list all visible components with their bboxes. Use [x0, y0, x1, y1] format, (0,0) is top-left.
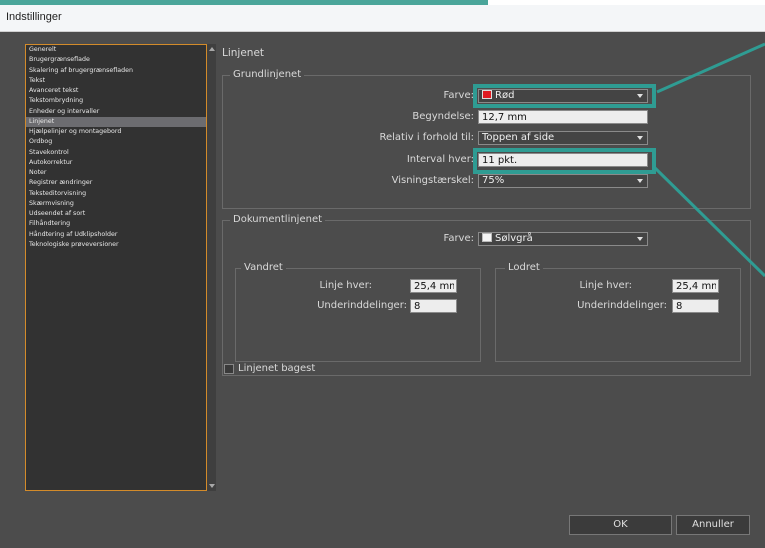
sidebar-item[interactable]: Skalering af brugergrænsefladen [26, 66, 206, 76]
baseline-start-field[interactable] [478, 110, 648, 124]
category-list-scrollbar[interactable] [207, 44, 216, 491]
vertical-sub-label: Underinddelinger: [577, 300, 667, 311]
vertical-line-field[interactable] [672, 279, 719, 293]
grids-in-back-label: Linjenet bagest [238, 363, 316, 374]
baseline-color-value: Rød [495, 90, 515, 101]
title-bar: Indstillinger [0, 5, 765, 32]
baseline-color-dropdown[interactable]: Rød [478, 89, 648, 103]
baseline-grid-title: Grundlinjenet [230, 69, 305, 80]
view-threshold-dropdown[interactable]: 75% [478, 174, 648, 188]
sidebar-item[interactable]: Udseendet af sort [26, 209, 206, 219]
sidebar-item[interactable]: Noter [26, 168, 206, 178]
silver-swatch-icon [482, 233, 492, 242]
sidebar-item[interactable]: Registrer ændringer [26, 178, 206, 188]
window-title: Indstillinger [6, 11, 62, 23]
sidebar-item[interactable]: Autokorrektur [26, 158, 206, 168]
grids-in-back-checkbox[interactable] [224, 364, 234, 374]
sidebar-item[interactable]: Håndtering af Udklipsholder [26, 230, 206, 240]
view-threshold-value: 75% [482, 175, 505, 186]
relative-to-label: Relativ i forhold til: [379, 132, 475, 143]
panel-title: Linjenet [222, 47, 265, 59]
sidebar-item[interactable]: Linjenet [26, 116, 206, 127]
sidebar-item[interactable]: Hjælpelinjer og montagebord [26, 127, 206, 137]
horizontal-line-label: Linje hver: [319, 280, 372, 291]
chevron-down-icon [637, 237, 643, 241]
horizontal-line-field[interactable] [410, 279, 457, 293]
horizontal-sub-field[interactable] [410, 299, 457, 313]
scroll-up-icon[interactable] [209, 47, 215, 51]
document-color-value: Sølvgrå [495, 233, 533, 244]
sidebar-item[interactable]: Filhåndtering [26, 219, 206, 229]
view-threshold-label: Visningstærskel: [391, 175, 474, 186]
chevron-down-icon [637, 136, 643, 140]
preferences-dialog: Generelt Brugergrænseflade Skalering af br… [0, 32, 765, 548]
sidebar-item[interactable]: Tekstombrydning [26, 96, 206, 106]
vertical-line-label: Linje hver: [579, 280, 632, 291]
chevron-down-icon [637, 94, 643, 98]
horizontal-title: Vandret [241, 262, 286, 273]
sidebar-item[interactable]: Avanceret tekst [26, 86, 206, 96]
chevron-down-icon [637, 179, 643, 183]
relative-to-value: Toppen af side [482, 132, 555, 143]
sidebar-item[interactable]: Teknologiske prøveversioner [26, 240, 206, 250]
sidebar-item[interactable]: Brugergrænseflade [26, 55, 206, 65]
horizontal-sub-label: Underinddelinger: [317, 300, 407, 311]
category-list[interactable]: Generelt Brugergrænseflade Skalering af br… [25, 44, 207, 491]
sidebar-item[interactable]: Skærmvisning [26, 199, 206, 209]
sidebar-item[interactable]: Stavekontrol [26, 148, 206, 158]
scroll-down-icon[interactable] [209, 484, 215, 488]
sidebar-item[interactable]: Teksteditorvisning [26, 189, 206, 199]
baseline-start-label: Begyndelse: [412, 111, 474, 122]
sidebar-item[interactable]: Enheder og intervaller [26, 107, 206, 117]
vertical-sub-field[interactable] [672, 299, 719, 313]
sidebar-item[interactable]: Generelt [26, 45, 206, 55]
sidebar-item[interactable]: Ordbog [26, 137, 206, 147]
red-swatch-icon [482, 90, 492, 99]
relative-to-dropdown[interactable]: Toppen af side [478, 131, 648, 145]
document-grid-title: Dokumentlinjenet [230, 214, 326, 225]
document-color-label: Farve: [443, 233, 474, 244]
document-color-dropdown[interactable]: Sølvgrå [478, 232, 648, 246]
ok-button[interactable]: OK [569, 515, 672, 535]
baseline-color-label: Farve: [443, 90, 474, 101]
vertical-title: Lodret [505, 262, 543, 273]
sidebar-item[interactable]: Tekst [26, 76, 206, 86]
cancel-button[interactable]: Annuller [676, 515, 750, 535]
interval-label: Interval hver: [406, 154, 474, 165]
interval-field[interactable] [478, 153, 648, 167]
